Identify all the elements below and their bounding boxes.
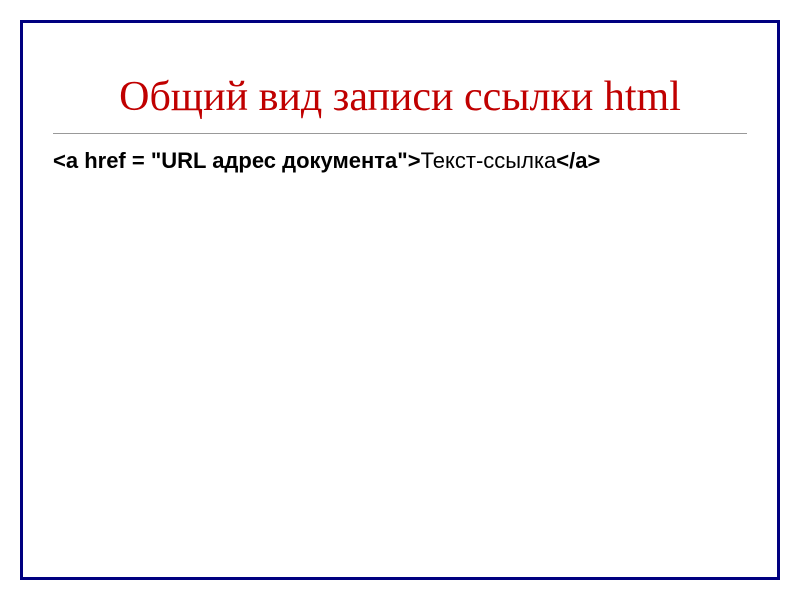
slide-title: Общий вид записи ссылки html [53, 53, 747, 133]
code-example: <a href = "URL адрес документа">Текст-сс… [53, 146, 747, 177]
code-open-tag: <a href = "URL адрес документа"> [53, 148, 421, 173]
code-link-text: Текст-ссылка [421, 148, 557, 173]
slide-frame: Общий вид записи ссылки html <a href = "… [20, 20, 780, 580]
code-close-tag: </a> [556, 148, 600, 173]
title-divider [53, 133, 747, 134]
